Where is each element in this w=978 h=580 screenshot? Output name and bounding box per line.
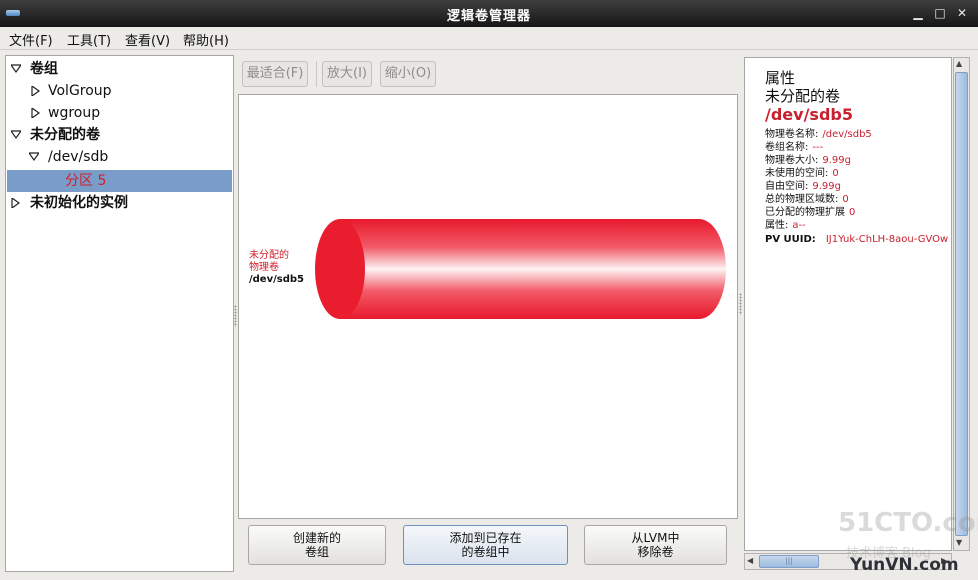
tree-item-label: wgroup — [48, 105, 101, 121]
zoom-out-button[interactable]: 缩小(O) — [380, 61, 436, 87]
create-volume-group-button[interactable]: 创建新的 卷组 — [248, 525, 386, 565]
volume-label-line3: /dev/sdb5 — [249, 274, 304, 285]
button-label: 移除卷 — [637, 545, 674, 559]
tree-item-label: 分区 5 — [65, 173, 107, 189]
tree-item-label: 未分配的卷 — [30, 127, 100, 143]
property-row: 未使用的空间: 0 — [765, 167, 839, 180]
menu-bar: 文件(F) 工具(T) 查看(V) 帮助(H) — [0, 27, 978, 50]
tree-item-label: VolGroup — [48, 83, 112, 99]
property-value: 0 — [832, 168, 839, 179]
property-value: a-- — [792, 220, 806, 231]
property-value: 0 — [849, 207, 856, 218]
zoom-in-button[interactable]: 放大(I) — [322, 61, 372, 87]
tree-item-wgroup[interactable]: wgroup — [7, 102, 232, 124]
toolbar-separator — [316, 61, 317, 87]
property-value: 9.99g — [822, 155, 851, 166]
scroll-left-icon[interactable]: ◀ — [747, 556, 753, 565]
menu-view[interactable]: 查看(V) — [125, 30, 170, 49]
button-label: 创建新的 — [292, 531, 341, 545]
scroll-thumb[interactable]: ||| — [759, 555, 819, 568]
scroll-up-icon[interactable]: ▲ — [956, 59, 962, 68]
expanded-triangle-icon[interactable] — [11, 124, 21, 146]
tree-item-label: 未初始化的实例 — [30, 195, 128, 211]
tree-item-uninitialized[interactable]: 未初始化的实例 — [7, 192, 232, 214]
pane-splitter-left[interactable] — [234, 305, 237, 327]
tree-item-volgroup[interactable]: VolGroup — [7, 80, 232, 102]
property-row: 卷组名称: --- — [765, 141, 823, 154]
scroll-down-icon[interactable]: ▼ — [956, 538, 962, 547]
pane-splitter-right[interactable] — [739, 293, 742, 315]
property-value: 9.99g — [812, 181, 841, 192]
minimize-icon[interactable]: ▁ — [910, 5, 926, 21]
property-key: 总的物理区域数: — [765, 194, 839, 205]
tree-item-label: /dev/sdb — [48, 149, 109, 165]
volume-tree: 卷组 VolGroup wgroup 未分配的卷 /dev/sdb 分区 5 未… — [5, 55, 234, 572]
close-icon[interactable]: ✕ — [954, 5, 970, 21]
volume-label-line1: 未分配的 — [249, 250, 289, 261]
property-key: 已分配的物理扩展 — [765, 207, 845, 218]
property-key: PV UUID: — [765, 234, 816, 245]
property-value: 0 — [842, 194, 849, 205]
remove-from-lvm-button[interactable]: 从LVM中 移除卷 — [584, 525, 727, 565]
menu-tools[interactable]: 工具(T) — [67, 30, 111, 49]
menu-help[interactable]: 帮助(H) — [183, 30, 229, 49]
window-title: 逻辑卷管理器 — [446, 9, 531, 24]
property-row: 自由空间: 9.99g — [765, 180, 841, 193]
property-key: 属性: — [765, 220, 789, 231]
property-key: 自由空间: — [765, 181, 809, 192]
property-row: 物理卷大小: 9.99g — [765, 154, 851, 167]
property-value: /dev/sdb5 — [822, 129, 872, 140]
watermark-yunvn: YunVN.com — [850, 555, 959, 575]
properties-title: 属性 — [765, 69, 796, 87]
physical-volume-cylinder[interactable] — [313, 215, 733, 325]
tree-item-dev-sdb[interactable]: /dev/sdb — [7, 146, 232, 168]
expanded-triangle-icon[interactable] — [11, 58, 21, 80]
property-key: 卷组名称: — [765, 142, 809, 153]
add-to-volume-group-button[interactable]: 添加到已存在 的卷组中 — [403, 525, 568, 565]
button-label: 从LVM中 — [631, 531, 680, 545]
button-label: 的卷组中 — [461, 545, 510, 559]
collapsed-triangle-icon[interactable] — [11, 192, 21, 214]
collapsed-triangle-icon[interactable] — [31, 102, 41, 124]
properties-device: /dev/sdb5 — [765, 105, 853, 124]
tree-item-unallocated-volumes[interactable]: 未分配的卷 — [7, 124, 232, 146]
title-bar: 逻辑卷管理器 ▁ □ ✕ — [0, 0, 978, 27]
watermark-51cto: 51CTO.com — [838, 508, 978, 538]
property-key: 未使用的空间: — [765, 168, 829, 179]
volume-canvas: 未分配的 物理卷 /dev/sdb5 — [238, 94, 738, 519]
property-key: 物理卷名称: — [765, 129, 819, 140]
property-row: 物理卷名称:/dev/sdb5 — [765, 128, 872, 141]
expanded-triangle-icon[interactable] — [29, 146, 39, 168]
tree-item-label: 卷组 — [30, 61, 58, 77]
property-row: 已分配的物理扩展 0 — [765, 206, 855, 219]
tree-item-volume-groups[interactable]: 卷组 — [7, 58, 232, 80]
property-row-pv-uuid: PV UUID: IJ1Yuk-ChLH-8aou-GVOw — [765, 233, 948, 246]
properties-subtitle: 未分配的卷 — [765, 87, 841, 105]
menu-file[interactable]: 文件(F) — [9, 30, 53, 49]
volume-label-line2: 物理卷 — [249, 262, 279, 273]
collapsed-triangle-icon[interactable] — [31, 80, 41, 102]
button-label: 添加到已存在 — [449, 531, 522, 545]
scroll-thumb[interactable] — [955, 72, 968, 536]
properties-vertical-scrollbar[interactable]: ▲ ▼ — [953, 57, 970, 551]
property-key: 物理卷大小: — [765, 155, 819, 166]
button-label: 卷组 — [304, 545, 329, 559]
property-row: 总的物理区域数: 0 — [765, 193, 849, 206]
tree-item-partition-5[interactable]: 分区 5 — [7, 170, 232, 192]
maximize-icon[interactable]: □ — [932, 5, 948, 21]
best-fit-button[interactable]: 最适合(F) — [242, 61, 308, 87]
properties-panel: 属性 未分配的卷 /dev/sdb5 物理卷名称:/dev/sdb5 卷组名称:… — [744, 57, 952, 551]
property-value: --- — [812, 142, 824, 153]
property-value: IJ1Yuk-ChLH-8aou-GVOw — [825, 234, 949, 245]
property-row: 属性: a-- — [765, 219, 806, 232]
